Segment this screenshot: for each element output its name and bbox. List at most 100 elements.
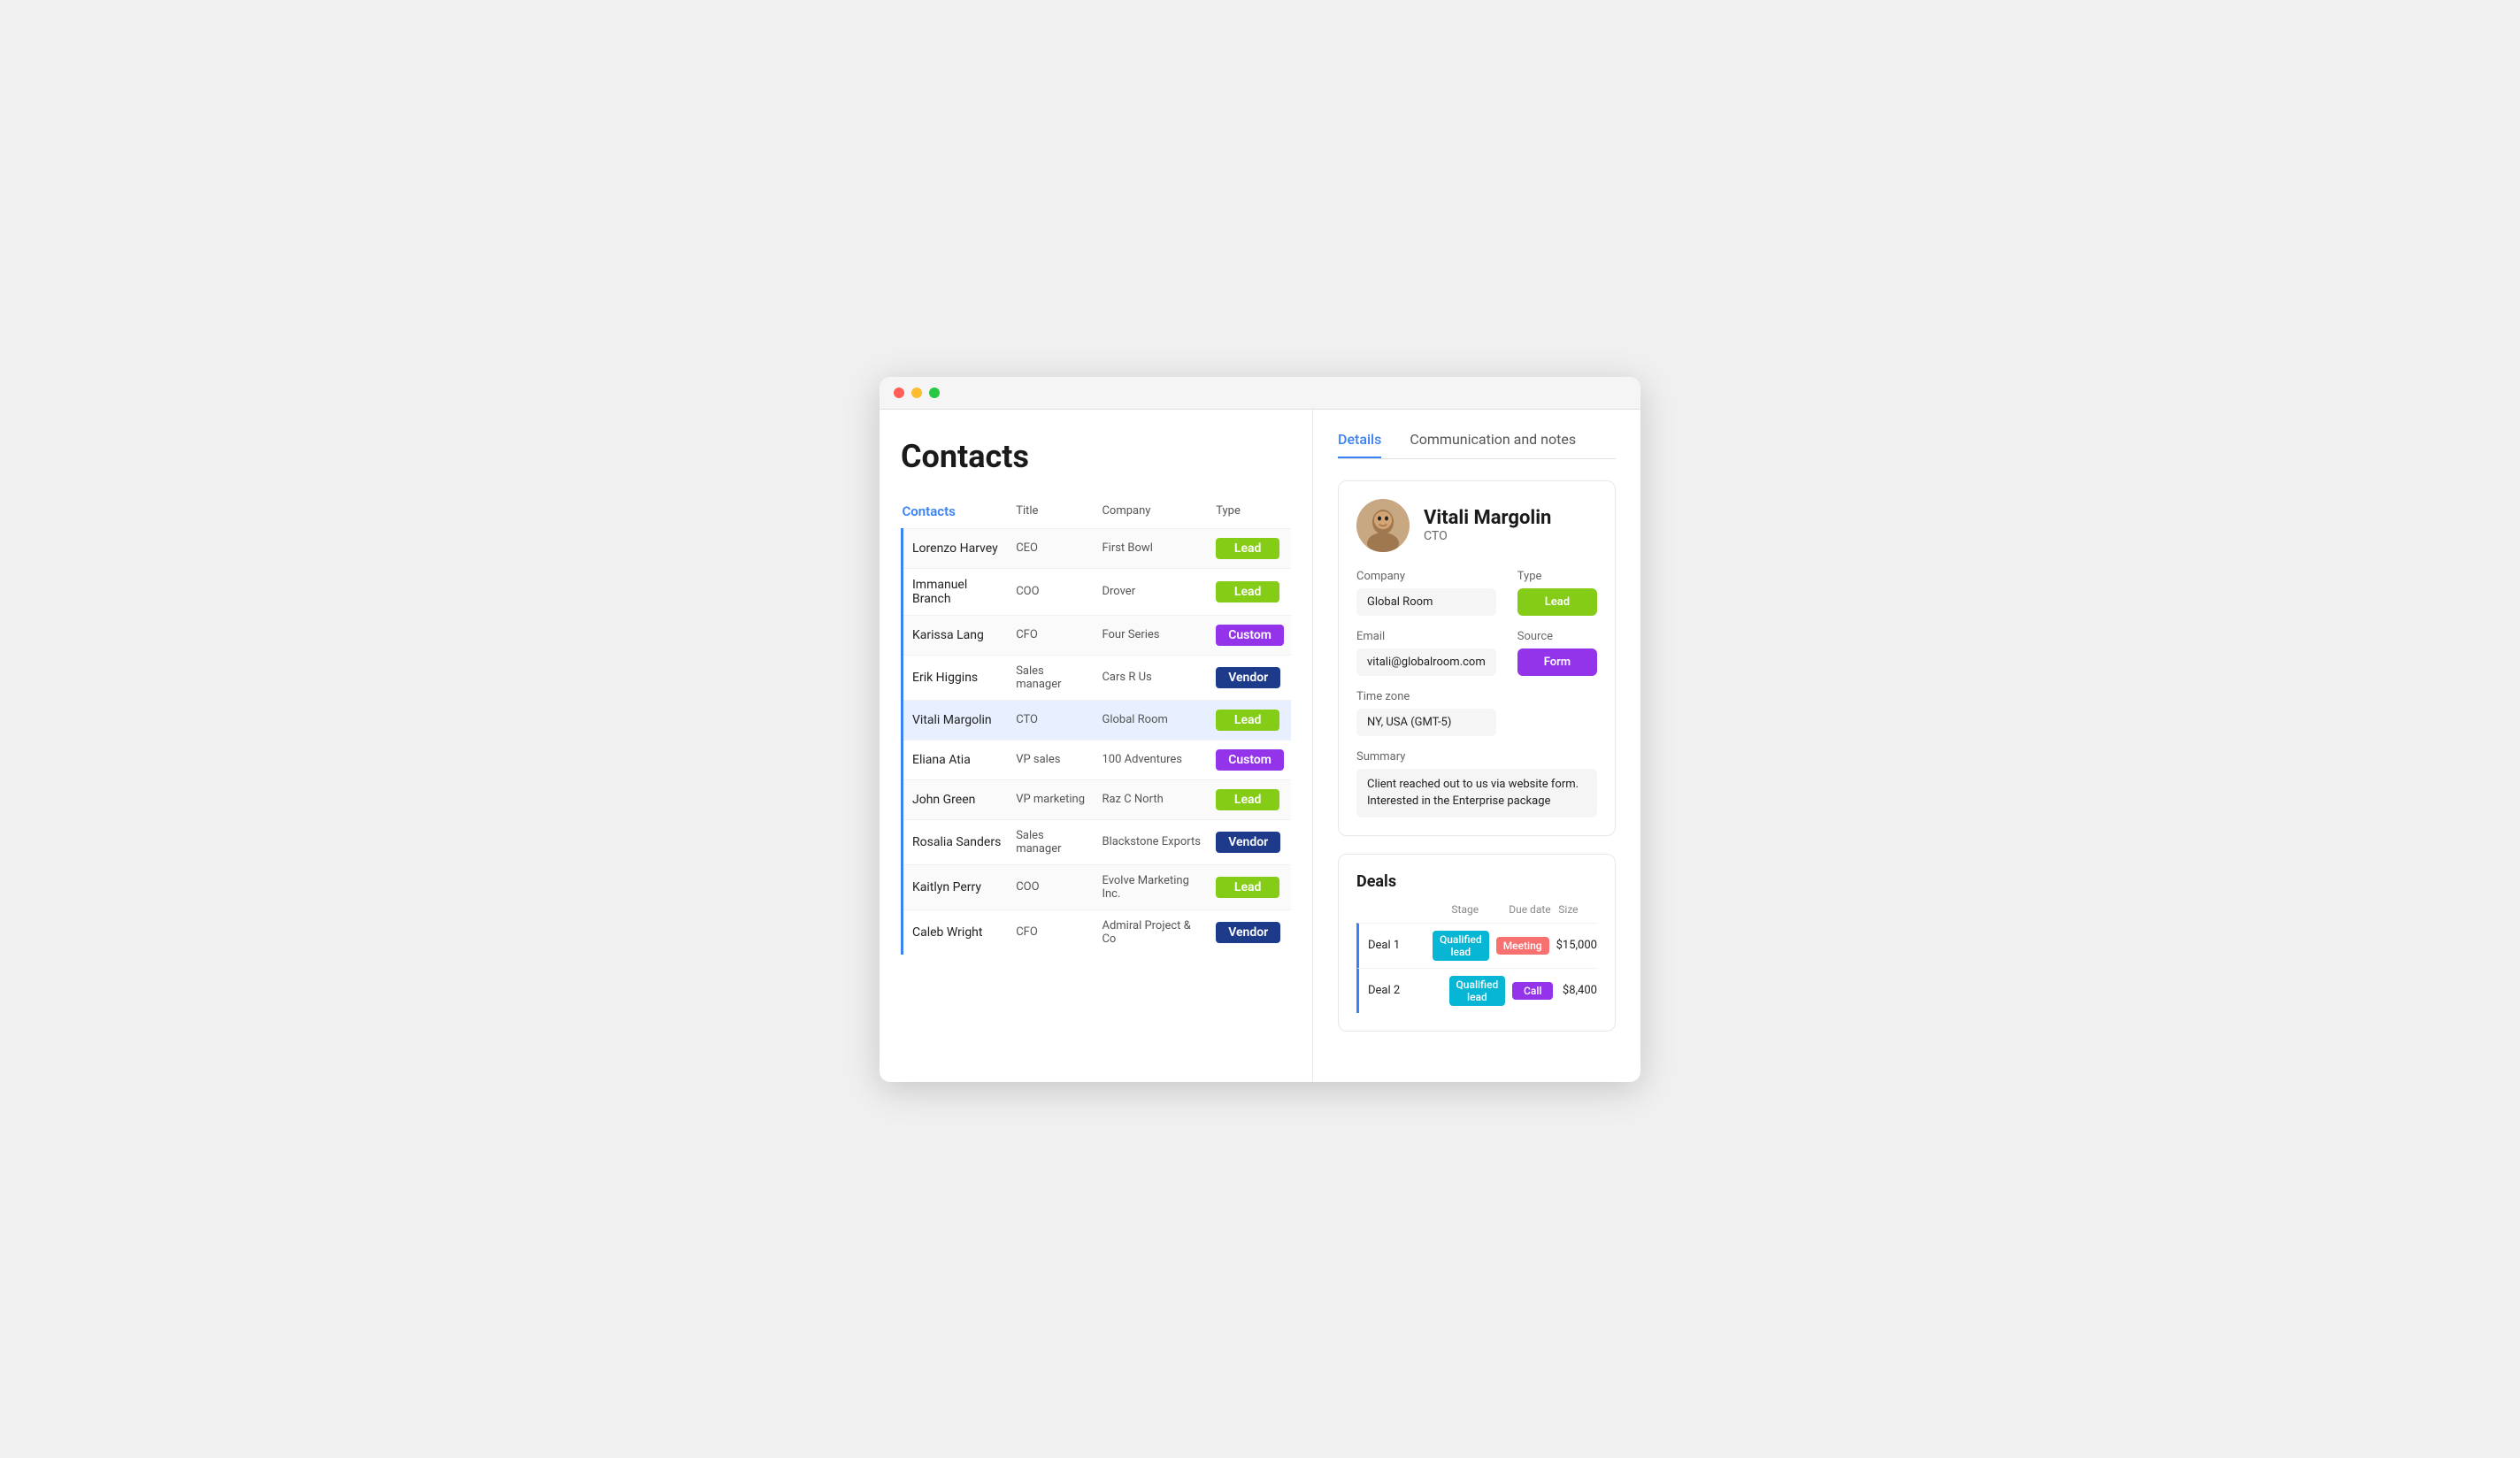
table-row[interactable]: John Green VP marketing Raz C North Lead (903, 779, 1292, 819)
deal-row[interactable]: Deal 1 Qualified lead Meeting $15,000 (1356, 923, 1597, 968)
deal-duedate: Meeting (1496, 937, 1549, 955)
contact-name-cell: Karissa Lang (903, 615, 1010, 655)
contact-company-cell: Admiral Project & Co (1095, 909, 1209, 955)
source-value: Form (1517, 648, 1597, 676)
summary-section: Summary Client reached out to us via web… (1356, 750, 1597, 817)
contact-name-cell: Eliana Atia (903, 740, 1010, 779)
type-section: Type Lead (1517, 570, 1597, 616)
contact-company-cell: Evolve Marketing Inc. (1095, 864, 1209, 909)
contact-detail-card: Vitali Margolin CTO Company Global Room … (1338, 480, 1616, 836)
contact-company-cell: Global Room (1095, 700, 1209, 740)
contact-header: Vitali Margolin CTO (1356, 499, 1597, 552)
contact-role: CTO (1424, 529, 1551, 543)
deal-col-size: Size (1558, 903, 1597, 916)
contact-title-cell: CFO (1009, 615, 1095, 655)
minimize-button[interactable] (911, 388, 922, 398)
table-row[interactable]: Eliana Atia VP sales 100 Adventures Cust… (903, 740, 1292, 779)
deal-duedate: Call (1512, 982, 1553, 1000)
deal-size: $8,400 (1560, 984, 1597, 997)
contact-title-cell: COO (1009, 568, 1095, 615)
table-row[interactable]: Rosalia Sanders Sales manager Blackstone… (903, 819, 1292, 864)
tab-details[interactable]: Details (1338, 431, 1381, 458)
source-label: Source (1517, 630, 1597, 643)
company-label: Company (1356, 570, 1496, 583)
deals-list: Deal 1 Qualified lead Meeting $15,000 De… (1356, 923, 1597, 1013)
col-company: Company (1095, 500, 1209, 529)
timezone-value: NY, USA (GMT-5) (1356, 709, 1496, 736)
contact-company-cell: Raz C North (1095, 779, 1209, 819)
deal-stage: Qualified lead (1433, 931, 1489, 961)
timezone-section: Time zone NY, USA (GMT-5) (1356, 690, 1496, 736)
table-row[interactable]: Karissa Lang CFO Four Series Custom (903, 615, 1292, 655)
deal-size: $15,000 (1556, 939, 1597, 952)
table-row[interactable]: Immanuel Branch COO Drover Lead (903, 568, 1292, 615)
type-badge: Custom (1216, 625, 1284, 646)
contact-company-cell: Drover (1095, 568, 1209, 615)
contact-type-cell: Lead (1209, 779, 1291, 819)
type-badge: Custom (1216, 749, 1284, 771)
maximize-button[interactable] (929, 388, 940, 398)
email-section: Email vitali@globalroom.com (1356, 630, 1496, 676)
contact-title-cell: CFO (1009, 909, 1095, 955)
contact-company-cell: Cars R Us (1095, 655, 1209, 700)
contact-type-cell: Vendor (1209, 655, 1291, 700)
contact-name-cell: Lorenzo Harvey (903, 528, 1010, 568)
source-section: Source Form (1517, 630, 1597, 676)
contact-name-cell: Erik Higgins (903, 655, 1010, 700)
contact-company-cell: Four Series (1095, 615, 1209, 655)
timezone-label: Time zone (1356, 690, 1496, 703)
contact-type-cell: Custom (1209, 740, 1291, 779)
contacts-table: Contacts Title Company Type Lorenzo Harv… (901, 500, 1291, 955)
avatar (1356, 499, 1410, 552)
type-label: Type (1517, 570, 1597, 583)
contact-name-cell: Vitali Margolin (903, 700, 1010, 740)
deals-title: Deals (1356, 872, 1597, 891)
email-label: Email (1356, 630, 1496, 643)
contact-title-cell: COO (1009, 864, 1095, 909)
close-button[interactable] (894, 388, 904, 398)
contact-type-cell: Vendor (1209, 819, 1291, 864)
summary-label: Summary (1356, 750, 1597, 764)
deal-row[interactable]: Deal 2 Qualified lead Call $8,400 (1356, 968, 1597, 1013)
contact-type-cell: Lead (1209, 864, 1291, 909)
contact-title-cell: VP marketing (1009, 779, 1095, 819)
contact-title-cell: Sales manager (1009, 655, 1095, 700)
table-row[interactable]: Caleb Wright CFO Admiral Project & Co Ve… (903, 909, 1292, 955)
type-badge: Vendor (1216, 667, 1280, 688)
email-value: vitali@globalroom.com (1356, 648, 1496, 676)
table-row[interactable]: Lorenzo Harvey CEO First Bowl Lead (903, 528, 1292, 568)
type-badge: Lead (1216, 877, 1279, 898)
type-badge: Vendor (1216, 832, 1280, 853)
contact-type-cell: Custom (1209, 615, 1291, 655)
tab-communication[interactable]: Communication and notes (1410, 431, 1576, 458)
col-type: Type (1209, 500, 1291, 529)
type-badge: Lead (1216, 538, 1279, 559)
type-value: Lead (1517, 588, 1597, 616)
contact-type-cell: Lead (1209, 568, 1291, 615)
deals-card: Deals Stage Due date Size Deal 1 Qualifi… (1338, 854, 1616, 1032)
type-badge: Lead (1216, 789, 1279, 810)
contact-title-cell: CTO (1009, 700, 1095, 740)
contact-title-cell: VP sales (1009, 740, 1095, 779)
contact-company-cell: Blackstone Exports (1095, 819, 1209, 864)
contact-name-cell: John Green (903, 779, 1010, 819)
right-panel: Details Communication and notes (1313, 410, 1640, 1082)
contact-title-cell: CEO (1009, 528, 1095, 568)
contact-title-cell: Sales manager (1009, 819, 1095, 864)
main-layout: Contacts Contacts Title Company Type Lor… (880, 410, 1640, 1082)
summary-value: Client reached out to us via website for… (1356, 769, 1597, 817)
left-panel: Contacts Contacts Title Company Type Lor… (880, 410, 1313, 1082)
deal-name: Deal 2 (1368, 984, 1442, 997)
contact-name-cell: Immanuel Branch (903, 568, 1010, 615)
titlebar (880, 377, 1640, 410)
contact-name-cell: Rosalia Sanders (903, 819, 1010, 864)
deal-col-stage: Stage (1451, 903, 1502, 916)
tabs: Details Communication and notes (1338, 431, 1616, 459)
contact-company-cell: 100 Adventures (1095, 740, 1209, 779)
table-row[interactable]: Kaitlyn Perry COO Evolve Marketing Inc. … (903, 864, 1292, 909)
app-window: Contacts Contacts Title Company Type Lor… (880, 377, 1640, 1082)
table-row[interactable]: Erik Higgins Sales manager Cars R Us Ven… (903, 655, 1292, 700)
deal-name: Deal 1 (1368, 939, 1425, 952)
company-value: Global Room (1356, 588, 1496, 616)
table-row[interactable]: Vitali Margolin CTO Global Room Lead (903, 700, 1292, 740)
